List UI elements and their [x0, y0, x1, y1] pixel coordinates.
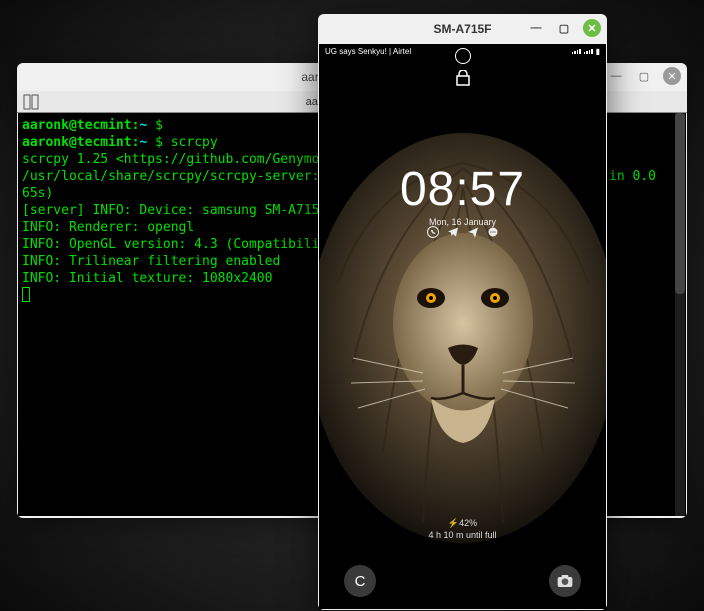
whatsapp-icon[interactable]	[427, 226, 439, 241]
terminal-cursor	[22, 287, 30, 302]
phone-app-shortcut[interactable]: C	[344, 565, 376, 597]
battery-icon: ▮	[596, 47, 600, 56]
battery-eta: 4 h 10 m until full	[319, 529, 606, 541]
send-icon[interactable]	[467, 226, 479, 241]
maximize-button[interactable]: ▢	[555, 19, 573, 37]
signal-icon	[572, 49, 581, 54]
command-text: scrcpy	[171, 135, 218, 150]
lock-icon[interactable]	[456, 70, 470, 89]
phone-screen[interactable]: UG says Senkyu! | Airtel ▮ 08:57 Mon, 16…	[319, 44, 606, 609]
carrier-text: UG says Senkyu! | Airtel	[325, 47, 411, 56]
lockscreen-dock: C	[319, 565, 606, 597]
signal-icon	[584, 49, 593, 54]
clock-time: 08:57	[319, 162, 606, 217]
message-icon[interactable]	[487, 226, 499, 241]
minimize-button[interactable]: —	[527, 19, 545, 37]
terminal-scrollbar[interactable]	[675, 113, 685, 516]
status-bar: UG says Senkyu! | Airtel ▮	[325, 47, 600, 56]
close-button[interactable]: ✕	[663, 67, 681, 85]
minimize-button[interactable]: —	[607, 67, 625, 85]
notification-icons[interactable]	[319, 226, 606, 241]
scrcpy-titlebar[interactable]: SM-A715F — ▢ ✕	[318, 14, 607, 44]
lockscreen-clock: 08:57 Mon, 16 January	[319, 162, 606, 227]
telegram-icon[interactable]	[447, 226, 459, 241]
camera-icon	[557, 574, 573, 588]
battery-info: ⚡42% 4 h 10 m until full	[319, 517, 606, 541]
maximize-button[interactable]: ▢	[635, 67, 653, 85]
scrcpy-window: SM-A715F — ▢ ✕	[318, 14, 607, 610]
camera-app-shortcut[interactable]	[549, 565, 581, 597]
scrcpy-window-title: SM-A715F	[433, 22, 491, 36]
battery-percentage: ⚡42%	[319, 517, 606, 529]
close-button[interactable]: ✕	[583, 19, 601, 37]
prompt-user: aaronk@tecmint	[22, 118, 132, 133]
camera-hole-icon	[455, 48, 471, 64]
